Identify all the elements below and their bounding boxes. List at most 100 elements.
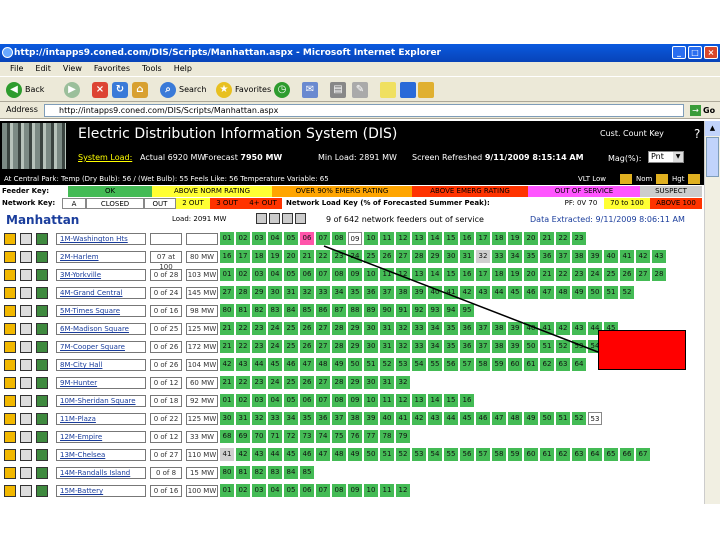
detail-icon[interactable]: [4, 395, 16, 407]
feeder-cell[interactable]: 61: [524, 358, 538, 371]
feeder-cell[interactable]: 25: [284, 322, 298, 335]
feeder-cell[interactable]: 42: [556, 322, 570, 335]
feeder-cell[interactable]: 18: [492, 268, 506, 281]
feeder-cell[interactable]: 35: [300, 412, 314, 425]
detail-icon[interactable]: [4, 305, 16, 317]
feeder-cell[interactable]: 59: [492, 358, 506, 371]
close-button[interactable]: ×: [704, 46, 718, 59]
feeder-cell[interactable]: 21: [300, 250, 314, 263]
feeder-cell[interactable]: 17: [236, 250, 250, 263]
network-name-link[interactable]: 13M-Chelsea: [56, 449, 146, 461]
feeder-map-icon[interactable]: [36, 287, 48, 299]
feeder-cell[interactable]: 46: [476, 412, 490, 425]
history-button[interactable]: ◷: [274, 81, 290, 99]
feeder-cell[interactable]: 28: [236, 286, 250, 299]
graph-icon[interactable]: [20, 359, 32, 371]
feeder-cell[interactable]: 51: [364, 358, 378, 371]
feeder-cell[interactable]: 23: [252, 340, 266, 353]
feeder-cell[interactable]: 31: [460, 250, 474, 263]
feeder-cell[interactable]: 04: [268, 394, 282, 407]
feeder-cell[interactable]: 58: [476, 358, 490, 371]
feeder-cell[interactable]: 25: [284, 376, 298, 389]
feeder-map-icon[interactable]: [36, 395, 48, 407]
feeder-map-icon[interactable]: [36, 251, 48, 263]
feeder-cell[interactable]: 60: [508, 358, 522, 371]
feeder-cell[interactable]: 51: [540, 340, 554, 353]
feeder-cell[interactable]: 17: [476, 268, 490, 281]
feeder-cell[interactable]: 71: [268, 430, 282, 443]
feeder-cell[interactable]: 09: [348, 232, 362, 245]
feeder-cell[interactable]: 41: [620, 250, 634, 263]
feeder-cell[interactable]: 28: [652, 268, 666, 281]
feeder-cell[interactable]: 63: [572, 448, 586, 461]
feeder-cell[interactable]: 23: [572, 232, 586, 245]
feeder-map-icon[interactable]: [36, 233, 48, 245]
calendar-icon[interactable]: [269, 213, 280, 224]
feeder-cell[interactable]: 06: [300, 268, 314, 281]
feeder-cell[interactable]: 24: [348, 250, 362, 263]
feeder-cell[interactable]: 59: [508, 448, 522, 461]
feeder-cell[interactable]: 11: [380, 268, 394, 281]
feeder-cell[interactable]: 31: [380, 376, 394, 389]
network-name-link[interactable]: 5M-Times Square: [56, 305, 146, 317]
feeder-cell[interactable]: 16: [220, 250, 234, 263]
feeder-cell[interactable]: 27: [220, 286, 234, 299]
feeder-cell[interactable]: 29: [348, 340, 362, 353]
feeder-cell[interactable]: 39: [364, 412, 378, 425]
feeder-cell[interactable]: 23: [252, 322, 266, 335]
feeder-cell[interactable]: 32: [476, 250, 490, 263]
network-name-link[interactable]: 2M-Harlem: [56, 251, 146, 263]
feeder-map-icon[interactable]: [36, 305, 48, 317]
network-name-link[interactable]: 7M-Cooper Square: [56, 341, 146, 353]
feeder-cell[interactable]: 53: [572, 340, 586, 353]
graph-icon[interactable]: [20, 341, 32, 353]
feeder-cell[interactable]: 09: [348, 268, 362, 281]
feeder-cell[interactable]: 36: [364, 286, 378, 299]
feeder-cell[interactable]: 01: [220, 232, 234, 245]
help-icon[interactable]: ?: [694, 127, 700, 141]
feeder-cell[interactable]: 11: [380, 484, 394, 497]
feeder-cell[interactable]: 55: [428, 358, 442, 371]
feeder-cell[interactable]: 08: [332, 268, 346, 281]
feeder-cell[interactable]: 18: [252, 250, 266, 263]
feeder-cell[interactable]: 12: [396, 484, 410, 497]
feeder-cell[interactable]: 05: [284, 232, 298, 245]
feeder-map-icon[interactable]: [36, 323, 48, 335]
feeder-cell[interactable]: 27: [636, 268, 650, 281]
feeder-cell[interactable]: 20: [524, 268, 538, 281]
detail-icon[interactable]: [4, 377, 16, 389]
feeder-map-icon[interactable]: [36, 485, 48, 497]
feeder-cell[interactable]: 70: [252, 430, 266, 443]
feeder-cell[interactable]: 94: [444, 304, 458, 317]
feeder-cell[interactable]: 34: [428, 322, 442, 335]
map-icon[interactable]: [256, 213, 267, 224]
feeder-cell[interactable]: 25: [604, 268, 618, 281]
menu-tools[interactable]: Tools: [142, 62, 162, 76]
feeder-cell[interactable]: 61: [540, 448, 554, 461]
feeder-cell[interactable]: 07: [316, 484, 330, 497]
scroll-up-icon[interactable]: ▲: [705, 121, 720, 136]
feeder-cell[interactable]: 86: [316, 304, 330, 317]
feeder-cell[interactable]: 22: [556, 268, 570, 281]
feeder-cell[interactable]: 46: [524, 286, 538, 299]
feeder-cell[interactable]: 93: [428, 304, 442, 317]
detail-icon[interactable]: [4, 341, 16, 353]
feeder-cell[interactable]: 09: [348, 484, 362, 497]
scroll-thumb[interactable]: [706, 137, 719, 177]
detail-icon[interactable]: [4, 359, 16, 371]
feeder-cell[interactable]: 30: [268, 286, 282, 299]
feeder-cell[interactable]: 35: [524, 250, 538, 263]
refresh-button[interactable]: ↻: [112, 81, 128, 99]
feeder-cell[interactable]: 24: [268, 322, 282, 335]
feeder-cell[interactable]: 13: [412, 268, 426, 281]
feeder-cell[interactable]: 56: [444, 358, 458, 371]
feeder-cell[interactable]: 38: [492, 322, 506, 335]
feeder-cell[interactable]: 62: [556, 448, 570, 461]
feeder-cell[interactable]: 75: [332, 430, 346, 443]
mail-button[interactable]: ✉: [302, 81, 318, 99]
feeder-cell[interactable]: 16: [460, 232, 474, 245]
feeder-cell[interactable]: 49: [524, 412, 538, 425]
feeder-cell[interactable]: 50: [364, 448, 378, 461]
feeder-cell[interactable]: 32: [396, 376, 410, 389]
graph-icon[interactable]: [20, 413, 32, 425]
